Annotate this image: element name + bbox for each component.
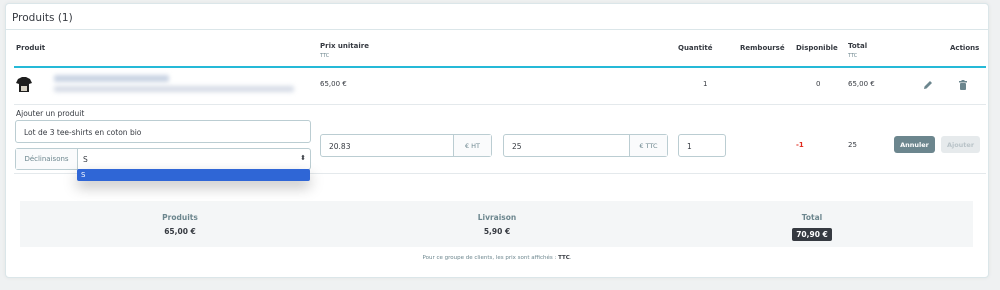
price-ttc-addon: € TTC — [629, 135, 667, 156]
price-display-note: Pour ce groupe de clients, les prix sont… — [422, 255, 572, 261]
row-available: 0 — [816, 80, 821, 88]
add-product-label: Ajouter un produit — [16, 109, 85, 118]
row-unit-price: 65,00 € — [320, 80, 347, 88]
grand-total-label: Total — [801, 213, 823, 222]
products-total-value: 65,00 € — [164, 227, 196, 236]
combinations-select-group[interactable]: Déclinaisons S ⬍ — [15, 148, 311, 170]
cancel-button[interactable]: Annuler — [894, 136, 935, 153]
totals-grand: Total 70,90 € — [732, 213, 892, 241]
price-ttc-input[interactable]: 25 — [504, 135, 629, 156]
header-available: Disponible — [796, 44, 838, 52]
price-ht-addon: € HT — [453, 135, 491, 156]
price-ht-input[interactable]: 20.83 — [321, 135, 453, 156]
select-arrows-icon: ⬍ — [300, 154, 306, 162]
combinations-value: S — [83, 155, 88, 164]
header-total-label: Total — [848, 42, 868, 50]
add-total: 25 — [848, 141, 857, 149]
price-ttc-group[interactable]: 25 € TTC — [503, 134, 668, 157]
combinations-select[interactable]: S ⬍ — [78, 149, 310, 169]
combinations-label: Déclinaisons — [16, 149, 78, 169]
header-unit-price-label: Prix unitaire — [320, 42, 369, 50]
header-total: Total TTC — [848, 42, 867, 59]
quantity-input[interactable]: 1 — [678, 134, 726, 157]
product-thumbnail — [14, 74, 34, 94]
header-refunded: Remboursé — [740, 44, 785, 52]
totals-panel: Produits 65,00 € Livraison 5,90 € Total … — [20, 201, 973, 247]
combinations-dropdown: S — [77, 169, 310, 181]
shipping-total-value: 5,90 € — [483, 227, 511, 236]
header-unit-price: Prix unitaire TTC — [320, 42, 369, 59]
header-product: Produit — [16, 44, 46, 52]
totals-products: Produits 65,00 € — [100, 213, 260, 236]
shipping-total-label: Livraison — [477, 213, 517, 222]
header-actions: Actions — [950, 44, 980, 52]
grand-total-value: 70,90 € — [792, 228, 832, 241]
totals-shipping: Livraison 5,90 € — [417, 213, 577, 236]
row-quantity: 1 — [703, 80, 708, 88]
products-panel: Produits (1) Produit Prix unitaire TTC Q… — [5, 3, 989, 278]
price-ht-group[interactable]: 20.83 € HT — [320, 134, 492, 157]
product-search-input[interactable]: Lot de 3 tee-shirts en coton bio — [15, 120, 311, 143]
product-reference-blurred — [54, 86, 294, 92]
add-button[interactable]: Ajouter — [941, 136, 980, 153]
header-total-sub: TTC — [848, 53, 858, 59]
add-available: -1 — [796, 141, 804, 149]
price-display-note-tax: TTC — [558, 255, 570, 261]
header-underline — [14, 66, 986, 68]
panel-title: Produits (1) — [6, 4, 988, 30]
row-separator — [14, 104, 986, 105]
edit-icon[interactable] — [921, 77, 935, 91]
header-quantity: Quantité — [678, 44, 713, 52]
row-total: 65,00 € — [848, 80, 875, 88]
combination-option-s[interactable]: S — [81, 171, 306, 179]
product-name-blurred — [54, 75, 169, 82]
price-display-note-text: Pour ce groupe de clients, les prix sont… — [422, 255, 557, 261]
delete-icon[interactable] — [956, 77, 970, 91]
products-total-label: Produits — [162, 213, 198, 222]
header-unit-price-sub: TTC — [320, 53, 330, 59]
